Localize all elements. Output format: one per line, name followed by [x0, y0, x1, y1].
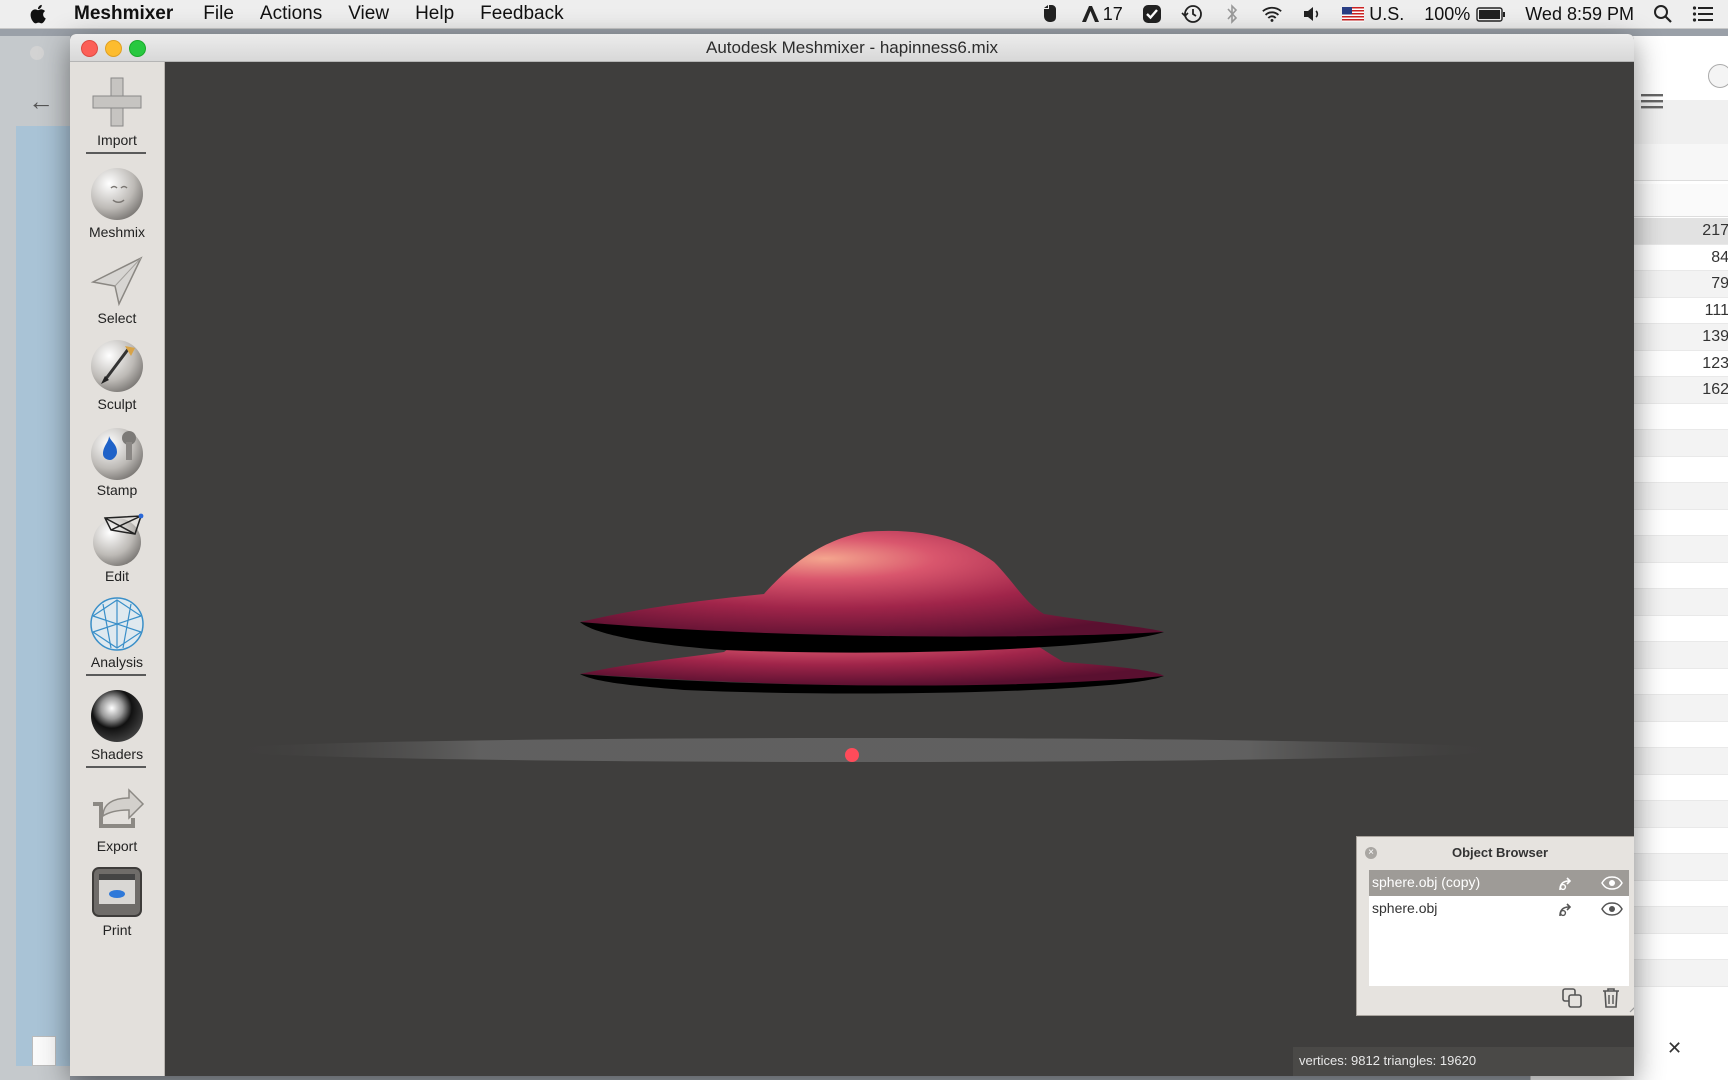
object-name: sphere.obj (copy) [1372, 874, 1481, 890]
shaders-tool[interactable]: Shaders [70, 682, 164, 768]
divider [86, 674, 146, 676]
clock[interactable]: Wed 8:59 PM [1525, 4, 1634, 25]
tool-palette: Import Meshmix Select Sculpt Stamp Edit … [70, 62, 165, 1076]
sculpt-tool[interactable]: Sculpt [70, 332, 164, 418]
mesh-stats: vertices: 9812 triangles: 19620 [1299, 1053, 1477, 1068]
mesh-object-upper[interactable] [580, 530, 1164, 653]
background-window-left: ← [0, 36, 70, 1080]
eye-icon[interactable] [1601, 876, 1623, 890]
window-minimize-button[interactable] [105, 40, 122, 57]
object-name: sphere.obj [1372, 900, 1438, 916]
us-flag-icon [1342, 6, 1365, 22]
stamp-icon [91, 428, 143, 480]
sculpt-brush-icon [91, 340, 143, 392]
meshmix-tool[interactable]: Meshmix [70, 160, 164, 246]
document-icon [32, 1036, 56, 1066]
stamp-tool[interactable]: Stamp [70, 418, 164, 504]
bluetooth-icon[interactable] [1221, 4, 1243, 24]
battery-percent: 100% [1424, 3, 1471, 24]
list-item[interactable]: sphere.obj (copy) [1369, 870, 1629, 896]
object-browser-panel: × Object Browser sphere.obj (copy) spher… [1356, 836, 1634, 1016]
checkmark-app-icon[interactable] [1141, 4, 1163, 24]
analysis-tool[interactable]: Analysis [70, 590, 164, 676]
ground-plane [224, 738, 1504, 762]
window-titlebar[interactable]: Autodesk Meshmixer - hapinness6.mix [70, 34, 1634, 62]
transform-icon[interactable] [1557, 901, 1575, 919]
search-icon[interactable] [1708, 64, 1728, 88]
background-pane [16, 126, 70, 1066]
duplicate-icon[interactable] [1561, 987, 1583, 1009]
input-source-menu[interactable]: U.S. [1341, 4, 1405, 24]
list-icon[interactable] [1639, 92, 1665, 110]
trash-icon[interactable] [1601, 987, 1621, 1009]
tool-label: Select [97, 310, 137, 326]
object-list: sphere.obj (copy) sphere.obj [1369, 870, 1629, 986]
tool-label: Export [96, 838, 138, 854]
spotlight-search-icon[interactable] [1652, 4, 1674, 24]
status-bar: vertices: 9812 triangles: 19620 [1293, 1047, 1634, 1076]
3d-printer-icon [92, 867, 142, 917]
window-button[interactable] [30, 46, 44, 60]
tool-label: Analysis [90, 654, 144, 670]
badge-count: 17 [1102, 3, 1123, 24]
cursor-arrow-icon [90, 256, 143, 307]
apple-icon[interactable] [26, 3, 52, 25]
tool-label: Print [102, 922, 132, 938]
battery-status[interactable]: 100% [1423, 4, 1507, 24]
wireframe-sphere-icon [90, 597, 144, 651]
tool-label: Edit [104, 568, 130, 584]
tool-label: Sculpt [97, 396, 137, 412]
chrome-sphere-icon [91, 690, 143, 742]
adobe-updates-icon[interactable]: 17 [1079, 4, 1123, 24]
tool-label: Import [97, 132, 137, 148]
window-zoom-button[interactable] [129, 40, 146, 57]
input-source-label: U.S. [1369, 3, 1405, 24]
menu-actions[interactable]: Actions [260, 3, 322, 25]
edit-tool[interactable]: Edit [70, 504, 164, 590]
volume-icon[interactable] [1301, 4, 1323, 24]
select-tool[interactable]: Select [70, 246, 164, 332]
eye-icon[interactable] [1601, 902, 1623, 916]
menu-help[interactable]: Help [415, 3, 454, 25]
tool-label: Shaders [90, 746, 144, 762]
close-icon[interactable]: ✕ [1667, 1038, 1682, 1059]
window-close-button[interactable] [81, 40, 98, 57]
wifi-icon[interactable] [1261, 4, 1283, 24]
import-tool[interactable]: Import [70, 68, 164, 154]
time-machine-icon[interactable] [1181, 4, 1203, 24]
divider [86, 152, 146, 154]
pivot-marker[interactable] [845, 748, 859, 762]
menu-bar: Meshmixer File Actions View Help Feedbac… [0, 0, 1728, 29]
app-menu[interactable]: Meshmixer [74, 3, 173, 25]
menu-file[interactable]: File [203, 3, 234, 25]
tool-label: Meshmix [88, 224, 145, 240]
menu-view[interactable]: View [348, 3, 389, 25]
meshmixer-window: Autodesk Meshmixer - hapinness6.mix × Ob… [70, 34, 1634, 1076]
edit-mesh-icon [93, 513, 144, 566]
face-sphere-icon [91, 168, 143, 220]
export-arrow-icon [93, 788, 145, 828]
battery-icon [1476, 6, 1506, 22]
3d-viewport[interactable]: × Object Browser sphere.obj (copy) spher… [164, 62, 1634, 1076]
back-arrow-icon[interactable]: ← [28, 86, 54, 117]
menu-feedback[interactable]: Feedback [480, 3, 563, 25]
plus-icon [92, 77, 142, 127]
list-item[interactable]: sphere.obj [1369, 896, 1629, 922]
tool-label: Stamp [96, 482, 138, 498]
status-tray: 17 U.S. 100% Wed 8:59 PM [1039, 0, 1714, 28]
evernote-icon[interactable] [1039, 4, 1061, 24]
resize-handle-icon[interactable] [1629, 1001, 1634, 1013]
export-tool[interactable]: Export [70, 774, 164, 860]
print-tool[interactable]: Print [70, 858, 164, 944]
object-browser-title: Object Browser [1451, 845, 1549, 860]
notification-center-icon[interactable] [1692, 4, 1714, 24]
divider [86, 766, 146, 768]
transform-icon[interactable] [1557, 875, 1575, 893]
window-title: Autodesk Meshmixer - hapinness6.mix [706, 38, 998, 57]
